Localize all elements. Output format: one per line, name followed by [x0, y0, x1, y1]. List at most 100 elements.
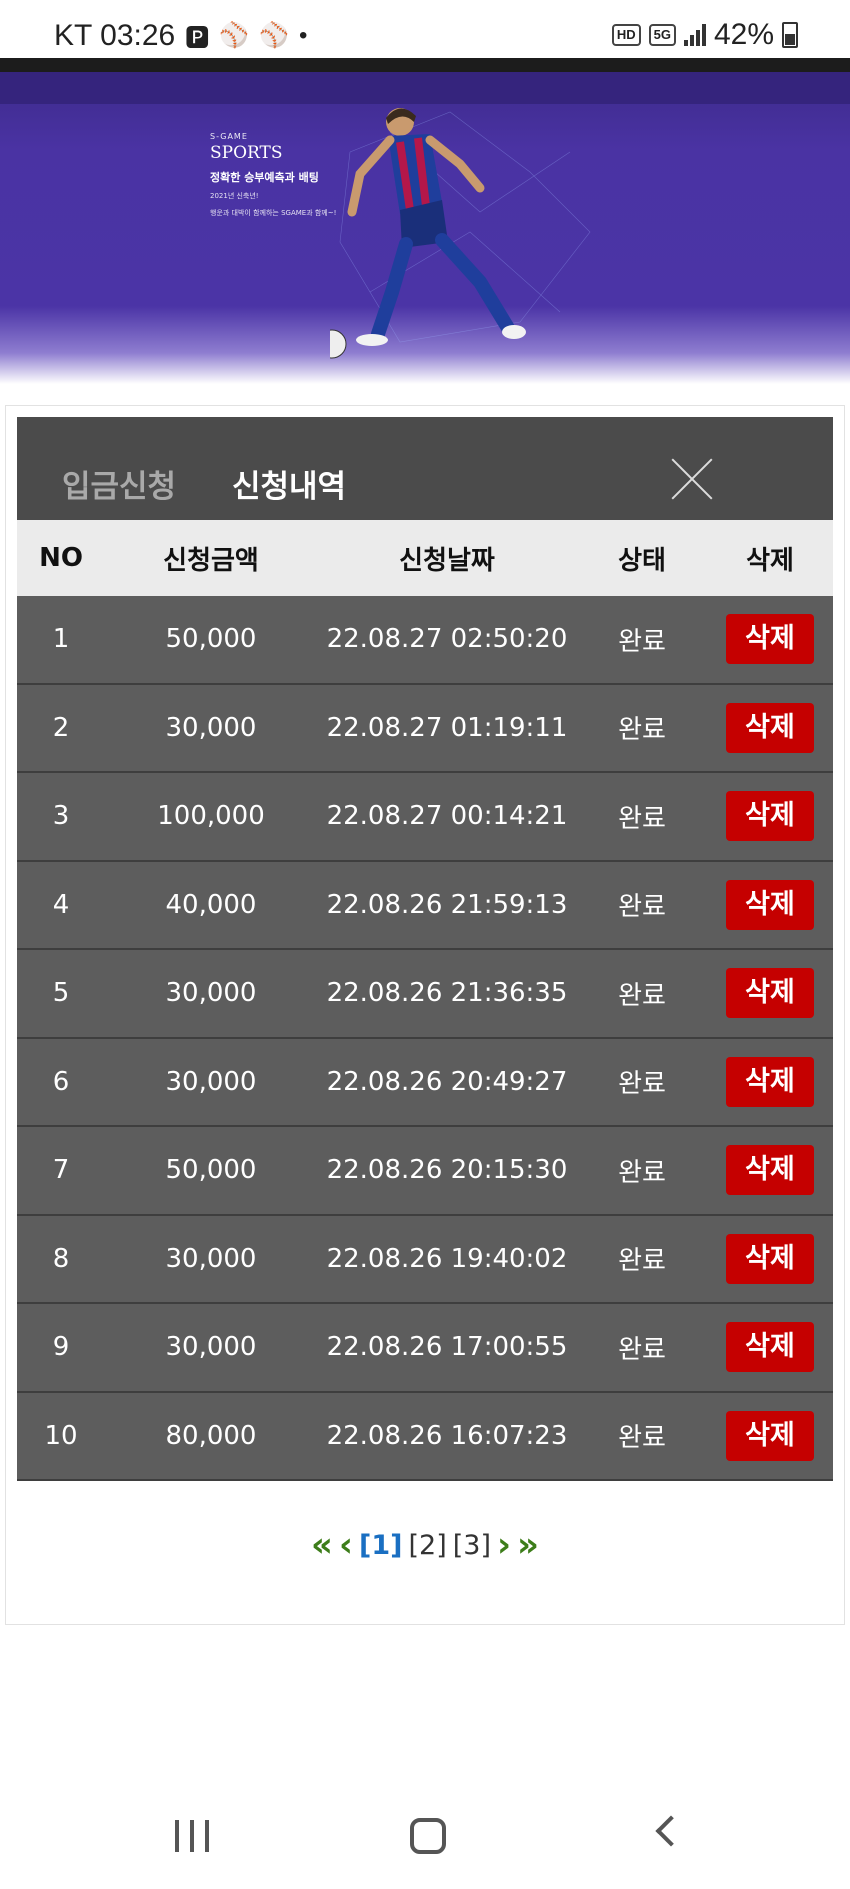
signal-icon	[683, 24, 706, 46]
table-row: 4 40,000 22.08.26 21:59:13 완료 삭제	[17, 862, 833, 950]
header-no: NO	[39, 543, 83, 573]
android-nav-bar	[0, 1790, 850, 1889]
cell-status: 완료	[618, 626, 666, 657]
cell-date: 22.08.26 20:15:30	[326, 1155, 568, 1186]
cell-action: 삭제	[707, 702, 833, 753]
battery-icon	[782, 22, 798, 48]
cell-no: 7	[52, 1155, 70, 1186]
delete-button[interactable]: 삭제	[726, 614, 814, 665]
cell-amount: 30,000	[165, 712, 257, 743]
table-row: 7 50,000 22.08.26 20:15:30 완료 삭제	[17, 1127, 833, 1216]
cell-amount: 30,000	[165, 1332, 257, 1363]
cell-no: 3	[52, 801, 70, 832]
close-icon[interactable]	[670, 457, 714, 501]
cell-date: 22.08.26 21:59:13	[326, 889, 568, 920]
dot-icon: •	[298, 21, 308, 49]
deposit-history-panel: 입금신청 신청내역 NO 신청금액 신청날짜 상태 삭제 1 50,000 22…	[17, 417, 833, 1481]
status-bar-left: KT 03:26 🅿 ⚾ ⚾ •	[54, 18, 307, 53]
delete-button[interactable]: 삭제	[726, 1145, 814, 1196]
soccer-player-illustration	[330, 108, 591, 359]
cell-amount: 50,000	[165, 1155, 257, 1186]
banner-title: SPORTS	[210, 143, 283, 163]
cell-action: 삭제	[707, 791, 833, 842]
cell-status: 완료	[618, 1069, 666, 1100]
recent-apps-icon[interactable]	[175, 1820, 209, 1852]
table-row: 8 30,000 22.08.26 19:40:02 완료 삭제	[17, 1216, 833, 1304]
cell-status: 완료	[618, 715, 666, 746]
cell-no: 8	[52, 1243, 70, 1274]
cell-status: 완료	[618, 1246, 666, 1277]
p-icon: 🅿	[185, 25, 210, 52]
banner-text: S-GAME SPORTS 정확한 승부예측과 배팅 2021년 신축년! 행운…	[210, 132, 336, 219]
page-link-1[interactable]: [1]	[359, 1530, 402, 1561]
soccer-ball-icon	[330, 329, 347, 359]
delete-button[interactable]: 삭제	[726, 1322, 814, 1373]
cell-action: 삭제	[707, 1410, 833, 1461]
cell-action: 삭제	[707, 1145, 833, 1196]
banner-line2: 행운과 대박이 함께하는 SGAME과 함께~!	[210, 209, 337, 217]
delete-button[interactable]: 삭제	[726, 968, 814, 1019]
cell-action: 삭제	[707, 614, 833, 665]
cell-date: 22.08.26 16:07:23	[326, 1420, 568, 1451]
home-icon[interactable]	[410, 1818, 446, 1854]
table-row: 10 80,000 22.08.26 16:07:23 완료 삭제	[17, 1393, 833, 1481]
cell-action: 삭제	[707, 879, 833, 930]
cell-no: 2	[52, 712, 70, 743]
sports-banner: S-GAME SPORTS 정확한 승부예측과 배팅 2021년 신축년! 행운…	[0, 72, 850, 384]
cell-status: 완료	[618, 1334, 666, 1365]
network-badge: 5G	[648, 24, 676, 46]
table-row: 9 30,000 22.08.26 17:00:55 완료 삭제	[17, 1304, 833, 1393]
header-date: 신청날짜	[399, 545, 495, 576]
page-link-3[interactable]: [3]	[453, 1530, 491, 1561]
carrier-time: KT 03:26	[54, 18, 176, 52]
header-amount: 신청금액	[163, 545, 259, 576]
cell-status: 완료	[618, 1423, 666, 1454]
cell-no: 5	[52, 978, 70, 1009]
status-bar-right: HD 5G 42%	[611, 18, 798, 52]
baseball-icon: ⚾	[259, 22, 289, 49]
cell-no: 1	[52, 624, 70, 655]
baseball-icon: ⚾	[219, 22, 250, 49]
first-page-icon[interactable]: «	[311, 1528, 333, 1562]
cell-action: 삭제	[707, 1322, 833, 1373]
delete-button[interactable]: 삭제	[726, 1056, 814, 1107]
cell-date: 22.08.27 01:19:11	[326, 712, 568, 743]
header-status: 상태	[618, 545, 666, 576]
cell-amount: 40,000	[165, 889, 257, 920]
page-link-2[interactable]: [2]	[408, 1530, 446, 1561]
tab-deposit-request[interactable]: 입금신청	[62, 461, 176, 506]
delete-button[interactable]: 삭제	[726, 1410, 814, 1461]
cell-action: 삭제	[707, 968, 833, 1019]
prev-page-icon[interactable]: ‹	[339, 1528, 353, 1562]
banner-line1: 2021년 신축년!	[210, 192, 259, 200]
cell-status: 완료	[618, 803, 666, 834]
next-page-icon[interactable]: ›	[497, 1528, 511, 1562]
player-leg-left	[371, 237, 413, 341]
pagination: « ‹ [1] [2] [3] › »	[0, 1528, 850, 1562]
table-row: 3 100,000 22.08.27 00:14:21 완료 삭제	[17, 773, 833, 862]
hd-badge: HD	[611, 24, 641, 46]
table-row: 2 30,000 22.08.27 01:19:11 완료 삭제	[17, 685, 833, 773]
delete-button[interactable]: 삭제	[726, 879, 814, 930]
cell-action: 삭제	[707, 1233, 833, 1284]
cell-no: 6	[52, 1066, 70, 1097]
tab-request-history[interactable]: 신청내역	[232, 461, 346, 506]
player-leg-right	[435, 233, 515, 335]
cell-amount: 50,000	[165, 624, 257, 655]
cell-no: 4	[52, 889, 70, 920]
cell-date: 22.08.27 02:50:20	[326, 624, 568, 655]
back-icon[interactable]	[655, 1815, 687, 1847]
status-bar: KT 03:26 🅿 ⚾ ⚾ • HD 5G 42%	[0, 0, 850, 58]
cell-date: 22.08.26 19:40:02	[326, 1243, 568, 1274]
table-body: 1 50,000 22.08.27 02:50:20 완료 삭제 2 30,00…	[17, 596, 833, 1481]
delete-button[interactable]: 삭제	[726, 702, 814, 753]
player-arm-left	[347, 135, 395, 217]
player-boot-left	[356, 334, 388, 346]
delete-button[interactable]: 삭제	[726, 791, 814, 842]
last-page-icon[interactable]: »	[517, 1528, 539, 1562]
cell-amount: 100,000	[157, 801, 265, 832]
cell-amount: 30,000	[165, 1066, 257, 1097]
panel-header: 입금신청 신청내역	[17, 417, 833, 520]
delete-button[interactable]: 삭제	[726, 1233, 814, 1284]
banner-top-strip	[0, 58, 850, 72]
